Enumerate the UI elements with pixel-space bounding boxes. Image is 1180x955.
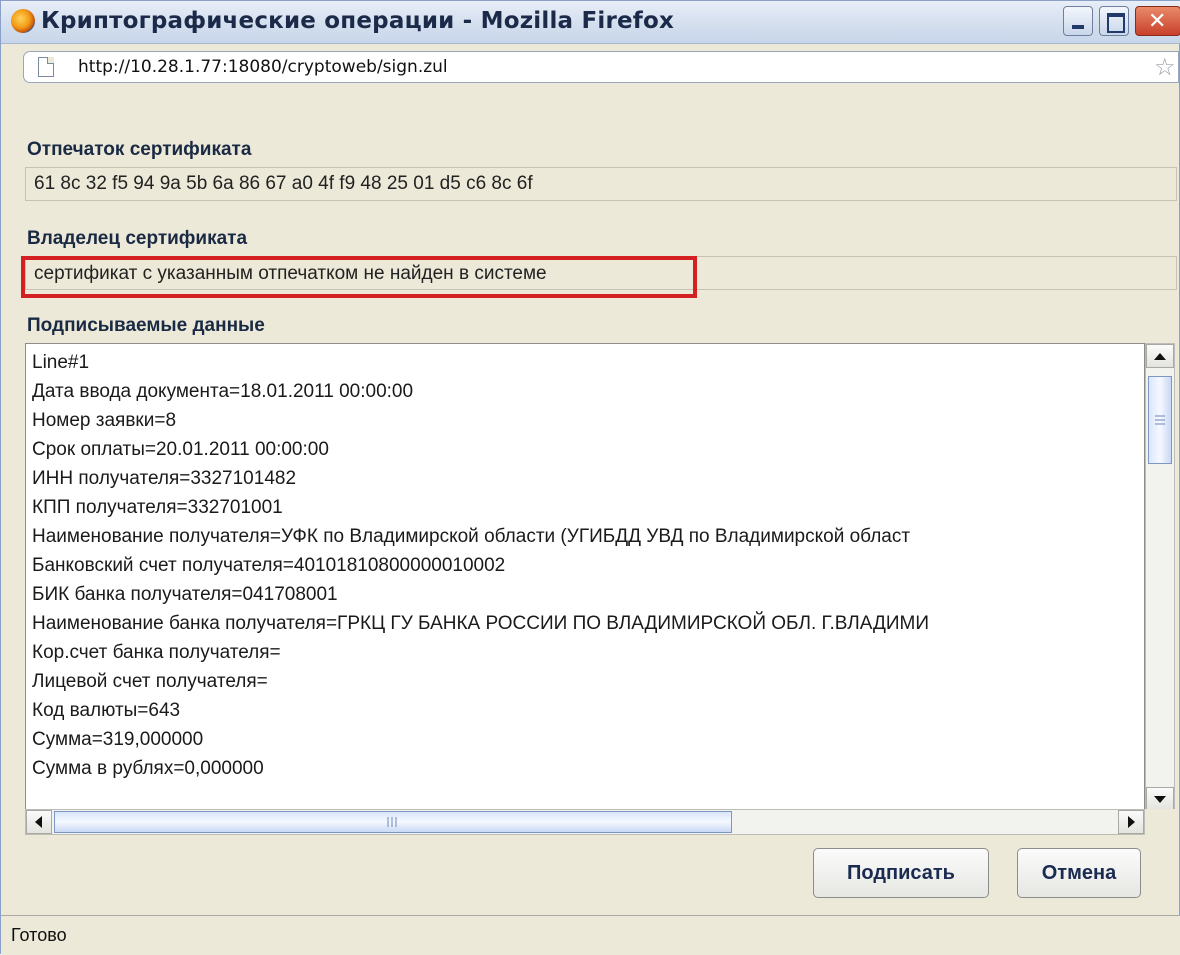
- arrow-right-icon: [1128, 816, 1135, 828]
- scroll-up-button[interactable]: [1146, 344, 1174, 368]
- address-bar[interactable]: http://10.28.1.77:18080/cryptoweb/sign.z…: [23, 51, 1179, 83]
- data-line: Номер заявки=8: [32, 410, 177, 431]
- data-line: КПП получателя=332701001: [32, 497, 283, 518]
- signed-data-textarea[interactable]: Line#1 Дата ввода документа=18.01.2011 0…: [25, 343, 1145, 812]
- data-line: Дата ввода документа=18.01.2011 00:00:00: [32, 381, 414, 402]
- signed-data-lines: Line#1 Дата ввода документа=18.01.2011 0…: [32, 348, 929, 783]
- arrow-up-icon: [1154, 353, 1166, 360]
- firefox-icon: [11, 9, 35, 33]
- owner-field: сертификат с указанным отпечатком не най…: [25, 256, 1177, 290]
- arrow-left-icon: [35, 816, 42, 828]
- horizontal-scroll-thumb[interactable]: [54, 811, 732, 833]
- data-line: Банковский счет получателя=4010181080000…: [32, 555, 506, 576]
- vertical-scroll-thumb[interactable]: [1148, 376, 1172, 464]
- data-line: Line#1: [32, 352, 90, 373]
- fingerprint-field: 61 8c 32 f5 94 9a 5b 6a 86 67 a0 4f f9 4…: [25, 167, 1177, 201]
- star-icon[interactable]: ☆: [1154, 53, 1176, 81]
- data-line: Срок оплаты=20.01.2011 00:00:00: [32, 439, 329, 460]
- data-line: Наименование банка получателя=ГРКЦ ГУ БА…: [32, 613, 930, 634]
- signed-data-label: Подписываемые данные: [27, 315, 265, 336]
- data-line: Код валюты=643: [32, 700, 181, 721]
- window-title: Криптографические операции - Mozilla Fir…: [41, 8, 675, 34]
- scroll-down-button[interactable]: [1146, 787, 1174, 811]
- title-bar[interactable]: Криптографические операции - Mozilla Fir…: [1, 1, 1180, 44]
- data-line: Наименование получателя=УФК по Владимирс…: [32, 526, 911, 547]
- status-bar: Готово: [1, 915, 1180, 955]
- url-text[interactable]: http://10.28.1.77:18080/cryptoweb/sign.z…: [78, 57, 448, 77]
- scrollbar-corner: [1145, 809, 1175, 835]
- data-line: Сумма в рублях=0,000000: [32, 758, 264, 779]
- cancel-button[interactable]: Отмена: [1017, 848, 1141, 898]
- arrow-down-icon: [1154, 796, 1166, 803]
- horizontal-scrollbar[interactable]: [25, 809, 1145, 835]
- close-icon: ✕: [1148, 9, 1167, 34]
- grip-icon: [387, 817, 397, 827]
- fingerprint-label: Отпечаток сертификата: [27, 139, 252, 160]
- grip-icon: [1155, 415, 1165, 425]
- scroll-right-button[interactable]: [1118, 810, 1144, 834]
- browser-window: Криптографические операции - Mozilla Fir…: [0, 0, 1180, 955]
- data-line: Сумма=319,000000: [32, 729, 204, 750]
- minimize-button[interactable]: [1063, 6, 1093, 36]
- maximize-button[interactable]: [1099, 6, 1129, 36]
- data-line: Кор.счет банка получателя=: [32, 642, 281, 663]
- data-line: Лицевой счет получателя=: [32, 671, 268, 692]
- data-line: БИК банка получателя=041708001: [32, 584, 338, 605]
- data-line: ИНН получателя=3327101482: [32, 468, 297, 489]
- status-text: Готово: [11, 925, 67, 945]
- owner-label: Владелец сертификата: [27, 228, 248, 249]
- close-button[interactable]: ✕: [1135, 6, 1180, 36]
- scroll-left-button[interactable]: [26, 810, 52, 834]
- sign-button[interactable]: Подписать: [813, 848, 989, 898]
- vertical-scrollbar[interactable]: [1145, 343, 1175, 812]
- page-icon: [38, 57, 54, 77]
